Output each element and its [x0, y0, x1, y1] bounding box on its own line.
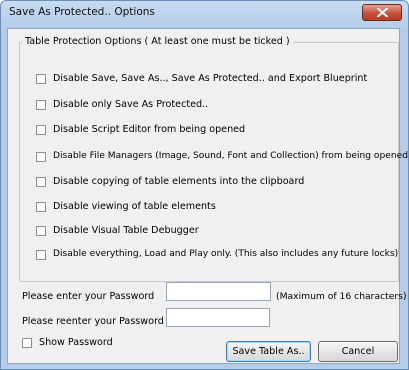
- cancel-button[interactable]: Cancel: [318, 341, 398, 362]
- group-legend: Table Protection Options ( At least one …: [22, 36, 293, 47]
- option-label: Disable everything, Load and Play only. …: [53, 249, 399, 259]
- option-label: Disable File Managers (Image, Sound, Fon…: [53, 151, 408, 161]
- dialog-content: Table Protection Options ( At least one …: [7, 28, 408, 364]
- password-max-hint: (Maximum of 16 characters): [276, 291, 407, 302]
- reenter-password-label: Please reenter your Password: [22, 316, 164, 327]
- option-label: Disable only Save As Protected..: [53, 99, 209, 110]
- checkbox[interactable]: [36, 125, 46, 135]
- save-table-as-button[interactable]: Save Table As..: [226, 341, 311, 362]
- close-icon: [377, 8, 388, 17]
- checkbox[interactable]: [36, 250, 46, 260]
- checkbox[interactable]: [36, 202, 46, 212]
- show-password-label: Show Password: [39, 337, 113, 348]
- checkbox[interactable]: [36, 152, 46, 162]
- checkbox[interactable]: [36, 74, 46, 84]
- option-label: Disable Script Editor from being opened: [53, 124, 246, 135]
- checkbox[interactable]: [22, 338, 32, 348]
- password-label: Please enter your Password: [22, 291, 155, 302]
- checkbox[interactable]: [36, 226, 46, 236]
- save-as-protected-dialog: Save As Protected.. Options Table Protec…: [0, 0, 409, 370]
- option-label: Disable Save, Save As.., Save As Protect…: [53, 73, 368, 84]
- option-label: Disable viewing of table elements: [53, 201, 216, 212]
- option-label: Disable Visual Table Debugger: [53, 225, 199, 236]
- window-title: Save As Protected.. Options: [9, 6, 155, 18]
- password-field[interactable]: [166, 282, 271, 301]
- title-bar[interactable]: Save As Protected.. Options: [1, 1, 408, 25]
- option-label: Disable copying of table elements into t…: [53, 176, 305, 187]
- checkbox[interactable]: [36, 100, 46, 110]
- checkbox[interactable]: [36, 177, 46, 187]
- close-button[interactable]: [362, 4, 402, 21]
- reenter-password-field[interactable]: [166, 308, 270, 327]
